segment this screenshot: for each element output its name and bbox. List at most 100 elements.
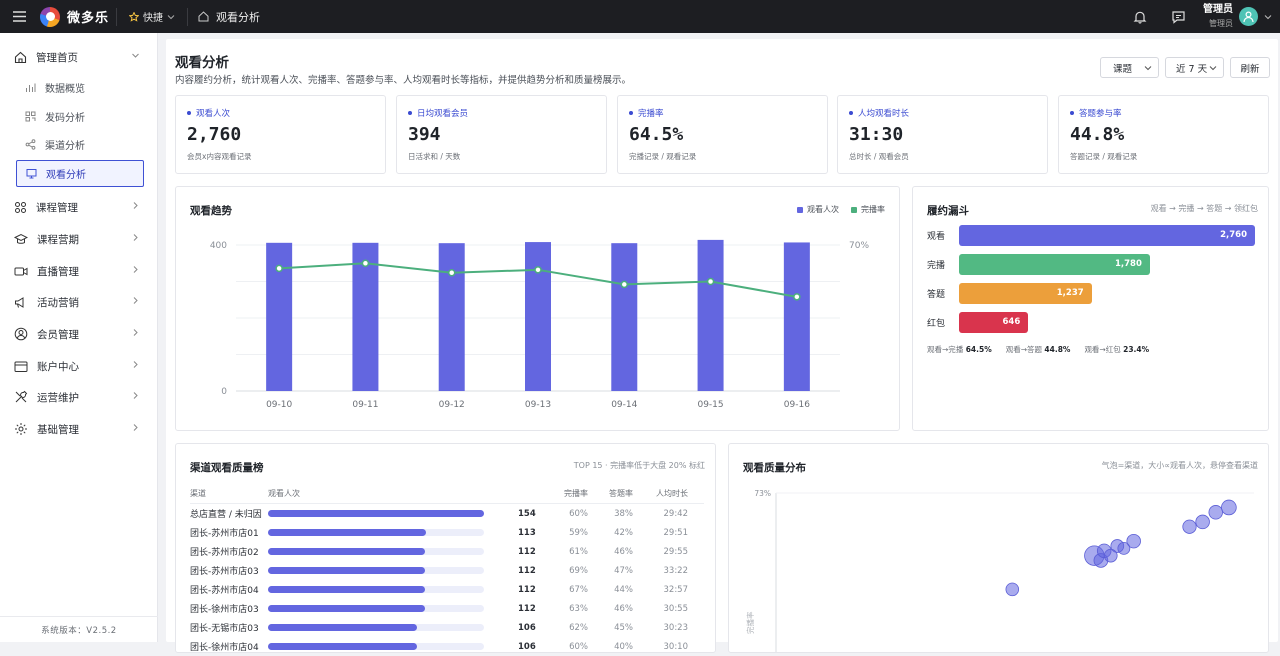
sidebar-item-course-term[interactable]: 课程营期 — [0, 223, 158, 255]
channel-name: 团长-徐州市店03 — [190, 605, 259, 615]
sidebar-sub-label: 渠道分析 — [45, 141, 85, 152]
sidebar-item-operations[interactable]: 运营维护 — [0, 381, 158, 413]
menu-toggle-icon[interactable] — [0, 0, 38, 33]
gear-icon — [15, 423, 27, 435]
kpi-value: 394 — [408, 124, 441, 145]
column-header[interactable]: 答题率 — [588, 488, 633, 499]
home-icon[interactable] — [198, 11, 209, 22]
funnel-bar[interactable]: 2,760 — [959, 224, 1255, 246]
kpi-card-answer-rate: 答题参与率 44.8% 答题记录 / 观看记录 — [1058, 95, 1269, 174]
kpi-subtext: 完播记录 / 观看记录 — [629, 152, 697, 161]
bubble-mark[interactable] — [1005, 582, 1020, 597]
avatar[interactable] — [1239, 7, 1258, 26]
table-row[interactable]: 团长-苏州市店01 113 59% 42% 29:51 — [190, 523, 704, 542]
views-count: 112 — [518, 546, 536, 557]
line-point[interactable] — [793, 293, 801, 301]
column-header[interactable]: 观看人次 — [268, 488, 518, 499]
sidebar-item-label: 运营维护 — [37, 391, 79, 404]
sidebar-item-base[interactable]: 基础管理 — [0, 413, 158, 445]
x-tick-label: 09-16 — [784, 400, 810, 410]
x-tick-label: 09-15 — [697, 400, 723, 410]
channel-name: 总店直营 / 未归因 — [190, 510, 262, 520]
sidebar-item-member[interactable]: 会员管理 — [0, 318, 158, 350]
sidebar-sub-item-channel[interactable]: 渠道分析 — [16, 131, 144, 158]
line-point[interactable] — [620, 280, 629, 289]
x-tick-label: 09-10 — [266, 400, 292, 410]
qrcode-icon — [25, 111, 36, 122]
bar-mark[interactable] — [438, 243, 465, 391]
y-tick-label: 400 — [210, 241, 227, 251]
sidebar-item-label: 直播管理 — [37, 265, 79, 278]
bar-mark[interactable] — [697, 239, 724, 391]
answer-rate: 45% — [614, 622, 633, 633]
page-description: 内容履约分析，统计观看人次、完播率、答题参与率、人均观看时长等指标，并提供趋势分… — [175, 75, 632, 86]
column-header[interactable]: 完播率 — [534, 488, 588, 499]
line-point[interactable] — [275, 264, 283, 273]
line-point[interactable] — [447, 268, 456, 277]
refresh-button[interactable]: 刷新 — [1230, 57, 1270, 78]
kpi-card-completion-rate: 完播率 64.5% 完播记录 / 观看记录 — [617, 95, 828, 174]
user-circle-icon — [14, 327, 28, 341]
notification-bell-icon[interactable] — [1121, 10, 1159, 24]
table-row[interactable]: 团长-徐州市店03 112 63% 46% 30:55 — [190, 599, 704, 618]
trend-chart: 400 0 70% 09-10 09-11 09-12 09-13 09-14 09-15 09-… — [210, 239, 869, 410]
answer-rate: 46% — [614, 603, 633, 614]
kpi-value: 64.5% — [629, 124, 684, 145]
user-menu[interactable]: 管理员 管理员 — [1203, 4, 1272, 29]
line-point[interactable] — [534, 266, 542, 274]
bar-mark[interactable] — [611, 243, 638, 391]
favorites-label: 快捷 — [143, 13, 163, 24]
message-icon[interactable] — [1159, 10, 1197, 24]
line-point[interactable] — [706, 277, 715, 286]
avg-duration: 33:22 — [663, 565, 689, 576]
column-header[interactable]: 渠道 — [190, 488, 268, 499]
sidebar-sub-label: 观看分析 — [46, 170, 86, 181]
channel-name: 团长-苏州市店03 — [190, 567, 259, 577]
sidebar-sub-item-overview[interactable]: 数据概览 — [16, 74, 144, 101]
filter-range-select[interactable]: 近 7 天 — [1165, 57, 1224, 78]
sidebar-item-live[interactable]: 直播管理 — [0, 255, 158, 287]
brand-logo[interactable]: 微多乐 — [40, 6, 116, 27]
table-row[interactable]: 团长-苏州市店03 112 69% 47% 33:22 — [190, 561, 704, 580]
funnel-stat: 观看→答题 44.8% — [1005, 345, 1071, 354]
share-icon — [25, 139, 36, 150]
bubble-mark[interactable] — [1195, 514, 1210, 530]
bubble-mark[interactable] — [1117, 542, 1131, 555]
chevron-right-icon — [133, 361, 138, 368]
column-header[interactable]: 人均时长 — [633, 488, 688, 499]
views-count: 154 — [518, 508, 536, 519]
bubble-mark[interactable] — [1208, 505, 1223, 520]
sidebar-sub-item-watch[interactable]: 观看分析 — [16, 160, 144, 187]
sidebar-item-course[interactable]: 课程管理 — [0, 191, 158, 223]
filter-type-select[interactable]: 课题 — [1100, 57, 1159, 78]
kpi-subtext: 总时长 / 观看会员 — [849, 152, 909, 161]
table-row[interactable]: 总店直营 / 未归因 154 60% 38% 29:42 — [190, 504, 704, 523]
sidebar-item-marketing[interactable]: 活动营销 — [0, 286, 158, 318]
table-row[interactable]: 团长-无锡市店03 106 62% 45% 30:23 — [190, 618, 704, 637]
views-bar — [268, 510, 518, 517]
sidebar-item-account[interactable]: 账户中心 — [0, 350, 158, 382]
x-tick-label: 09-11 — [352, 400, 378, 410]
bar-mark[interactable] — [525, 242, 551, 391]
bubble-mark[interactable] — [1103, 548, 1118, 563]
table-row[interactable]: 团长-苏州市店02 112 61% 46% 29:55 — [190, 542, 704, 561]
channel-rank-card: 渠道观看质量榜 TOP 15 · 完播率低于大盘 20% 标红 渠道 观看人次 … — [175, 443, 716, 653]
chevron-right-icon — [133, 297, 138, 304]
bar-mark[interactable] — [783, 242, 810, 391]
sidebar-item-home[interactable]: 管理首页 — [0, 41, 158, 73]
chevron-down-icon[interactable] — [1264, 14, 1272, 20]
bar-fill — [268, 586, 426, 593]
sidebar-sub-item-code[interactable]: 发码分析 — [16, 103, 144, 130]
table-row[interactable]: 团长-徐州市店04 106 60% 40% 30:10 — [190, 637, 704, 656]
bubble-mark[interactable] — [1182, 519, 1197, 534]
kpi-value: 44.8% — [1070, 124, 1125, 145]
funnel-bar[interactable]: 1,780 — [959, 253, 1150, 275]
table-row[interactable]: 团长-苏州市店04 112 67% 44% 32:57 — [190, 580, 704, 599]
bubble-mark[interactable] — [1221, 499, 1237, 516]
divider — [187, 7, 188, 26]
funnel-bar[interactable]: 646 — [959, 311, 1029, 333]
funnel-bar[interactable]: 1,237 — [959, 282, 1092, 304]
line-point[interactable] — [361, 259, 370, 267]
favorites-menu[interactable]: 快捷 — [117, 9, 187, 24]
dot-icon — [408, 111, 412, 115]
